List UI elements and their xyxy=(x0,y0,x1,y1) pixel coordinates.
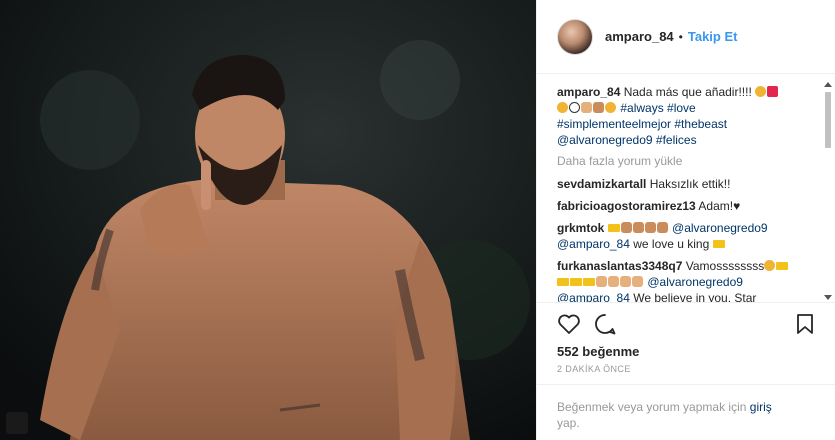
comments-list: amparo_84 Nada más que añadir!!!! #alway… xyxy=(537,78,835,302)
heart-icon[interactable] xyxy=(557,313,581,335)
login-prompt-text-after: yap. xyxy=(557,416,580,430)
crown-emoji-icon xyxy=(712,240,725,248)
heart-eyes-emoji-icon xyxy=(755,86,767,97)
thumbs-up-emoji-icon xyxy=(620,222,632,233)
flexed-biceps-emoji-icon xyxy=(620,276,631,287)
post-photo-illustration xyxy=(0,0,536,440)
list-item: grkmtok @alvaronegredo9 @amparo_84 we lo… xyxy=(557,220,812,252)
comment-mention[interactable]: @alvaronegredo9 xyxy=(647,275,743,289)
user-tag-icon[interactable] xyxy=(6,412,28,434)
sunglasses-emoji-icon xyxy=(764,260,776,271)
post-side-panel: amparo_84 • Takip Et amparo_84 Nada más … xyxy=(536,0,835,440)
caption-mentions[interactable]: @alvaronegredo9 #felices xyxy=(557,133,697,147)
caption-hashtags-1[interactable]: #always #love xyxy=(620,101,695,115)
thumbs-up-emoji-icon xyxy=(632,222,644,233)
post-actions xyxy=(537,302,835,346)
post-photo[interactable] xyxy=(0,0,536,440)
scrollbar-thumb[interactable] xyxy=(825,92,831,148)
clapping-hands-emoji-icon xyxy=(593,102,604,113)
comment-username[interactable]: fabricioagostoramirez13 xyxy=(557,199,696,213)
list-item: sevdamizkartall Haksızlık ettik!! xyxy=(557,176,812,192)
scroll-down-arrow-icon[interactable] xyxy=(824,295,832,300)
comments-scrollbar[interactable] xyxy=(823,82,833,300)
caption-hashtags-2[interactable]: #simplementeelmejor #thebeast xyxy=(557,117,727,131)
smirk-emoji-icon xyxy=(557,102,568,113)
black-heart-emoji-icon: ♥ xyxy=(733,199,741,213)
load-more-comments-button[interactable]: Daha fazla yorum yükle xyxy=(557,154,812,168)
comment-username[interactable]: grkmtok xyxy=(557,221,604,235)
crown-emoji-icon xyxy=(583,278,595,286)
comment-username[interactable]: furkanaslantas3348q7 xyxy=(557,259,682,273)
follow-button[interactable]: Takip Et xyxy=(688,29,738,44)
list-item: furkanaslantas3348q7 Vamossssssss @alvar… xyxy=(557,258,812,302)
list-item: fabricioagostoramirez13 Adam!♥ xyxy=(557,198,812,214)
post-header: amparo_84 • Takip Et xyxy=(537,0,835,74)
comment-text: Vamossssssss xyxy=(685,259,765,273)
comment-mention[interactable]: @amparo_84 xyxy=(557,237,630,251)
soccer-ball-emoji-icon xyxy=(569,102,580,113)
caption: amparo_84 Nada más que añadir!!!! #alway… xyxy=(557,84,812,148)
comment-mention[interactable]: @amparo_84 xyxy=(557,291,630,302)
thumbs-up-emoji-icon xyxy=(656,222,668,233)
flexed-biceps-emoji-icon xyxy=(608,276,619,287)
login-link[interactable]: giriş xyxy=(750,400,772,414)
flexed-biceps-emoji-icon xyxy=(581,102,592,113)
comment-text: We believe in you, Star xyxy=(633,291,757,302)
crown-emoji-icon xyxy=(607,224,620,232)
likes-count[interactable]: 552 beğenme xyxy=(557,344,639,359)
scroll-up-arrow-icon[interactable] xyxy=(824,82,832,87)
comment-mention[interactable]: @alvaronegredo9 xyxy=(672,221,768,235)
comment-username[interactable]: sevdamizkartall xyxy=(557,177,646,191)
caption-text: Nada más que añadir!!!! xyxy=(623,85,752,99)
instagram-post: amparo_84 • Takip Et amparo_84 Nada más … xyxy=(0,0,835,440)
red-heart-emoji-icon xyxy=(767,86,779,97)
crown-emoji-icon xyxy=(570,278,582,286)
bookmark-icon[interactable] xyxy=(795,313,815,335)
kiss-emoji-icon xyxy=(605,102,616,113)
comment-text: Adam! xyxy=(698,199,734,213)
post-timestamp: 2 DAKİKA ÖNCE xyxy=(557,364,631,374)
thumbs-up-emoji-icon xyxy=(644,222,656,233)
comment-text: Haksızlık ettik!! xyxy=(649,177,731,191)
flexed-biceps-emoji-icon xyxy=(596,276,607,287)
separator-dot: • xyxy=(678,29,683,44)
crown-emoji-icon xyxy=(776,262,789,270)
caption-username[interactable]: amparo_84 xyxy=(557,85,620,99)
comment-text: we love u king xyxy=(633,237,710,251)
login-prompt: Beğenmek veya yorum yapmak için giriş ya… xyxy=(537,384,835,440)
avatar[interactable] xyxy=(557,18,593,55)
flexed-biceps-emoji-icon xyxy=(632,276,643,287)
crown-emoji-icon xyxy=(557,278,569,286)
header-username[interactable]: amparo_84 xyxy=(605,29,674,44)
login-prompt-text: Beğenmek veya yorum yapmak için xyxy=(557,400,747,414)
comment-icon[interactable] xyxy=(593,313,617,335)
